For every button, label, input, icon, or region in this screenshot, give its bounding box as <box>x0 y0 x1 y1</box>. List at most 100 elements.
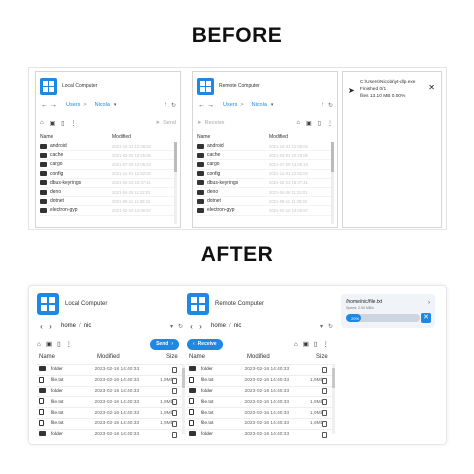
list-item[interactable]: deno 2021-04-28 11:22:01 <box>40 188 176 198</box>
home-icon[interactable]: ⌂ <box>37 341 41 348</box>
breadcrumb-users[interactable]: Users <box>66 102 80 108</box>
list-item[interactable]: file.txt 2023-02-16 14:40:33 1,9Mb <box>187 407 333 418</box>
up-arrow-icon[interactable]: ↑ <box>164 102 167 109</box>
file-action-icon[interactable] <box>172 420 177 427</box>
file-action-icon[interactable] <box>172 410 177 417</box>
refresh-icon[interactable]: ↻ <box>178 323 183 330</box>
chevron-right-icon[interactable]: › <box>428 300 430 306</box>
delete-icon[interactable]: ▯ <box>314 340 318 348</box>
refresh-icon[interactable]: ↻ <box>328 323 333 330</box>
list-item[interactable]: deno 2021-04-28 11:22:01 <box>197 188 333 198</box>
delete-icon[interactable]: ▯ <box>318 120 321 127</box>
forward-arrow-icon[interactable]: → <box>49 102 58 109</box>
list-item[interactable]: file.txt 2023-02-16 14:40:33 1,9Mb <box>187 374 333 386</box>
breadcrumb-nicola[interactable]: Nicola <box>252 102 267 108</box>
more-icon[interactable]: ⋮ <box>66 340 73 348</box>
column-name[interactable]: Name <box>40 134 112 140</box>
list-item[interactable]: file.txt 2023-02-16 14:40:33 1,9Mb <box>37 407 183 418</box>
scrollbar[interactable] <box>331 142 334 224</box>
file-action-icon[interactable] <box>322 388 327 395</box>
list-item[interactable]: folder 2023-02-16 14:40:33 <box>37 385 183 397</box>
column-name[interactable]: Name <box>197 134 269 140</box>
new-folder-icon[interactable]: ▣ <box>303 340 309 348</box>
home-icon[interactable]: ⌂ <box>294 341 298 348</box>
file-action-icon[interactable] <box>322 431 327 438</box>
back-arrow-icon[interactable]: ← <box>197 102 206 109</box>
up-arrow-icon[interactable]: ↑ <box>321 102 324 109</box>
list-item[interactable]: config 2021-12-01 12:52:02 <box>197 170 333 179</box>
delete-icon[interactable]: ▯ <box>57 340 61 348</box>
forward-chevron-icon[interactable]: › <box>196 322 205 331</box>
breadcrumb-nicola[interactable]: Nicola <box>95 102 110 108</box>
scrollbar[interactable] <box>174 142 177 224</box>
list-item[interactable]: file.txt 2023-02-16 14:40:33 1,9Mb <box>37 374 183 386</box>
list-item[interactable]: file.txt 2023-02-16 14:40:33 1,9Mb <box>37 417 183 429</box>
list-item[interactable]: folder 2023-02-16 14:40:33 <box>187 428 333 440</box>
refresh-icon[interactable]: ↻ <box>328 102 333 109</box>
file-action-icon[interactable] <box>172 377 177 384</box>
receive-button[interactable]: ‹ Receive <box>187 338 223 350</box>
forward-arrow-icon[interactable]: → <box>206 102 215 109</box>
home-icon[interactable]: ⌂ <box>296 120 300 126</box>
breadcrumb-home[interactable]: home <box>211 323 226 329</box>
back-chevron-icon[interactable]: ‹ <box>187 322 196 331</box>
list-item[interactable]: file.txt 2023-02-16 14:40:33 1,9Mb <box>187 417 333 429</box>
file-action-icon[interactable] <box>322 420 327 427</box>
scrollbar[interactable] <box>182 364 185 434</box>
more-icon[interactable]: ⋮ <box>327 120 333 127</box>
send-button[interactable]: Send › <box>150 338 179 350</box>
list-item[interactable]: android 2021-10-31 12:08:02 <box>40 142 176 152</box>
forward-chevron-icon[interactable]: › <box>46 322 55 331</box>
home-icon[interactable]: ⌂ <box>40 120 44 126</box>
file-action-icon[interactable] <box>322 377 327 384</box>
list-item[interactable]: dbus-keyrings 2021-02-23 18:37:41 <box>40 179 176 188</box>
column-modified[interactable]: Modified <box>247 354 316 360</box>
list-item[interactable]: electron-gyp 2021-02-10 14:06:57 <box>40 206 176 216</box>
list-item[interactable]: folder 2023-02-16 14:40:33 <box>187 364 333 375</box>
column-name[interactable]: Name <box>187 354 247 360</box>
delete-icon[interactable]: ▯ <box>61 120 64 127</box>
close-icon[interactable]: ✕ <box>428 83 435 92</box>
chevron-down-icon[interactable]: ▾ <box>170 323 173 330</box>
list-item[interactable]: file.txt 2023-02-16 14:40:33 1,9Mb <box>37 396 183 407</box>
list-item[interactable]: android 2021-10-31 12:08:02 <box>197 142 333 152</box>
breadcrumb-nic[interactable]: nic <box>234 323 242 329</box>
file-action-icon[interactable] <box>322 410 327 417</box>
chevron-down-icon[interactable]: ▾ <box>320 323 323 330</box>
breadcrumb-nic[interactable]: nic <box>84 323 92 329</box>
close-icon[interactable]: ✕ <box>421 313 431 323</box>
list-item[interactable]: cargo 2021-07-29 13:05:24 <box>40 160 176 170</box>
chevron-down-icon[interactable]: ▾ <box>271 102 274 108</box>
breadcrumb-home[interactable]: home <box>61 323 76 329</box>
list-item[interactable]: electron-gyp 2021-02-10 14:06:57 <box>197 206 333 216</box>
list-item[interactable]: file.txt 2023-02-16 14:40:33 1,9Mb <box>187 396 333 407</box>
chevron-down-icon[interactable]: ▾ <box>114 102 117 108</box>
back-arrow-icon[interactable]: ← <box>40 102 49 109</box>
scrollbar[interactable] <box>332 364 335 434</box>
column-modified[interactable]: Modified <box>112 134 131 140</box>
receive-button[interactable]: ➤ Receive <box>197 120 224 126</box>
more-icon[interactable]: ⋮ <box>71 120 77 127</box>
file-action-icon[interactable] <box>172 399 177 406</box>
new-folder-icon[interactable]: ▣ <box>306 120 312 127</box>
new-folder-icon[interactable]: ▣ <box>50 120 56 127</box>
file-action-icon[interactable] <box>172 388 177 395</box>
refresh-icon[interactable]: ↻ <box>171 102 176 109</box>
file-action-icon[interactable] <box>322 399 327 406</box>
column-modified[interactable]: Modified <box>97 354 166 360</box>
breadcrumb-users[interactable]: Users <box>223 102 237 108</box>
file-action-icon[interactable] <box>172 431 177 438</box>
file-action-icon[interactable] <box>172 366 177 373</box>
list-item[interactable]: dbus-keyrings 2021-02-23 18:37:41 <box>197 179 333 188</box>
list-item[interactable]: cache 2021-03-02 10:25:06 <box>197 151 333 161</box>
list-item[interactable]: dotnet 2021-09-11 11:38:22 <box>40 197 176 207</box>
back-chevron-icon[interactable]: ‹ <box>37 322 46 331</box>
file-action-icon[interactable] <box>322 366 327 373</box>
send-button[interactable]: ➤ Send <box>156 120 176 126</box>
list-item[interactable]: folder 2023-02-16 14:40:33 <box>187 385 333 397</box>
new-folder-icon[interactable]: ▣ <box>46 340 52 348</box>
list-item[interactable]: cache 2021-03-02 10:25:06 <box>40 151 176 161</box>
column-modified[interactable]: Modified <box>269 134 288 140</box>
list-item[interactable]: cargo 2021-07-29 13:05:24 <box>197 160 333 170</box>
list-item[interactable]: dotnet 2021-09-11 11:38:22 <box>197 197 333 207</box>
